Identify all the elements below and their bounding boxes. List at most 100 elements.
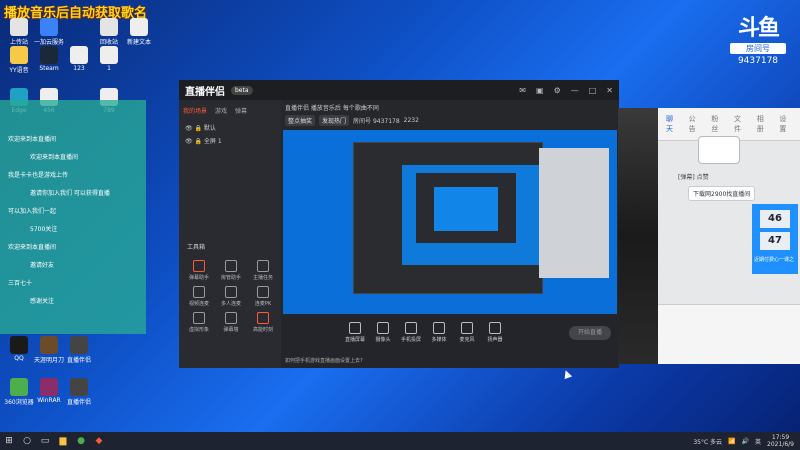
lottery-button[interactable]: 整点抽奖 [285, 115, 316, 126]
start-live-button[interactable]: 开始直播 [569, 326, 611, 340]
viewer-count: 2232 [403, 117, 419, 124]
task-view-icon[interactable]: ▭ [36, 432, 54, 450]
version-badge: beta [231, 85, 253, 95]
clock[interactable]: 17:59 2021/6/9 [767, 434, 794, 448]
live-app-icon[interactable]: ◆ [90, 432, 108, 450]
tool-button[interactable]: 多人连麦 [217, 286, 245, 307]
app-icon [40, 378, 58, 396]
danmu-line: [弹幕] 点赞 [678, 174, 709, 181]
tool-button[interactable]: 连麦PK [249, 286, 277, 307]
counter-value: 47 [760, 232, 790, 250]
main-area: 直播伴侣 播放音乐后 每个歌曲不同 整点抽奖 发现热门 房间号 9437178 … [281, 100, 619, 368]
tool-icon [433, 322, 445, 334]
side-tab[interactable]: 弹幕 [235, 106, 247, 115]
tool-button[interactable]: 主播任务 [249, 260, 277, 281]
tool-icon [257, 312, 269, 324]
bottom-tool-button[interactable]: 麦克风 [453, 322, 481, 343]
app-icon [40, 336, 58, 354]
scene-item[interactable]: 👁 🔒 全屏 1 [179, 134, 281, 147]
network-icon[interactable]: 📶 [728, 438, 735, 445]
volume-icon[interactable]: 🔊 [742, 438, 749, 445]
tool-icon [193, 260, 205, 272]
desktop-icon[interactable]: 360浏览器 [4, 378, 34, 406]
tool-button[interactable]: 虚拟形象 [185, 312, 213, 333]
toolbox-title: 工具箱 [187, 244, 206, 251]
tool-icon [489, 322, 501, 334]
desktop-icon[interactable]: Steam [34, 46, 64, 72]
danmu-tab[interactable]: 聊天 [666, 114, 679, 134]
desktop-icon-label: WinRAR [37, 397, 61, 404]
app-icon [130, 18, 148, 36]
chat-message: 欢迎来到本直播间 [8, 244, 57, 251]
app-icon[interactable]: ● [72, 432, 90, 450]
side-tab[interactable]: 我的场景 [183, 106, 207, 115]
tool-label: 多人连麦 [220, 301, 241, 307]
tool-label: 连麦PK [254, 301, 272, 307]
search-icon[interactable]: ○ [18, 432, 36, 450]
desktop-icon[interactable]: 123 [64, 46, 94, 72]
side-tabs: 我的场景 游戏 弹幕 [179, 100, 281, 121]
bottom-tool-label: 多媒体 [431, 337, 447, 343]
desktop-icon[interactable]: 新建文本 [124, 18, 154, 46]
bottom-tool-button[interactable]: 摄像头 [369, 322, 397, 343]
chat-message: 邀请你加入我们 可以获得直播 [30, 190, 110, 197]
desktop-icon[interactable]: 直播伴侣 [64, 336, 94, 364]
ime-indicator[interactable]: 英 [755, 437, 761, 446]
start-icon[interactable]: ⊞ [0, 432, 18, 450]
room-label: 房间号 [730, 43, 786, 54]
chat-message: 三百七十 [8, 280, 33, 287]
app-icon [70, 378, 88, 396]
tool-icon [349, 322, 361, 334]
app-logo: 直播伴侣 [185, 86, 225, 98]
tool-button[interactable]: 弹幕墙 [217, 312, 245, 333]
settings-icon[interactable]: ⚙ [554, 86, 561, 95]
app-icon [100, 18, 118, 36]
tool-button[interactable]: 房管助手 [217, 260, 245, 281]
danmu-tab[interactable]: 粉丝 [711, 114, 724, 134]
desktop-icon[interactable]: 1 [94, 46, 124, 72]
desktop-icon[interactable]: 天涯明月刀 [34, 336, 64, 364]
app-icon [10, 46, 28, 64]
close-icon[interactable]: ✕ [606, 86, 613, 95]
tool-button[interactable]: 弹幕助手 [185, 260, 213, 281]
live-companion-window: 直播伴侣 beta ✉ ▣ ⚙ — □ ✕ 我的场景 游戏 弹幕 👁 🔒 默认 👁 … [179, 80, 619, 368]
desktop-icon[interactable]: 回收站 [94, 18, 124, 46]
explorer-icon[interactable]: ▆ [54, 432, 72, 450]
scene-item[interactable]: 👁 🔒 默认 [179, 121, 281, 134]
danmu-tab[interactable]: 公告 [689, 114, 702, 134]
bottom-tool-button[interactable]: 手机投屏 [397, 322, 425, 343]
minimize-icon[interactable]: — [571, 86, 579, 95]
tool-button[interactable]: 高能时刻 [249, 312, 277, 333]
weather-status[interactable]: 35°C 多云 [693, 437, 722, 446]
desktop-icon[interactable]: 一加云服务器 [34, 18, 64, 46]
danmu-tab[interactable]: 相册 [757, 114, 770, 134]
douyu-mark: 斗鱼 [737, 16, 780, 41]
desktop-icon-label: 直播伴侣 [66, 399, 91, 406]
side-tab[interactable]: 游戏 [215, 106, 227, 115]
bottom-tool-button[interactable]: 扬声器 [481, 322, 509, 343]
danmu-tab[interactable]: 文件 [734, 114, 747, 134]
desktop-icon[interactable]: 上传站 [4, 18, 34, 46]
app-icon [10, 378, 28, 396]
danmu-input-area[interactable] [658, 304, 800, 364]
app-icon [10, 336, 28, 354]
message-icon[interactable]: ✉ [519, 86, 526, 95]
help-tip[interactable]: 如何把手机游戏直播画面设置上去? [285, 357, 363, 364]
tool-icon [257, 260, 269, 272]
bottom-toolbar: 直播屏幕 摄像头 手机投屏 多媒体 麦克风 扬声器 开始直播 如何把手机游戏直播画面设置上… [281, 314, 619, 368]
tool-button[interactable]: 视频连麦 [185, 286, 213, 307]
bottom-tool-label: 扬声器 [487, 337, 503, 343]
danmu-bubble: 下载网2900找直播间 [688, 186, 756, 201]
maximize-icon[interactable]: □ [589, 86, 597, 95]
desktop-icon[interactable]: 直播伴侣 [64, 378, 94, 406]
desktop-icon[interactable]: QQ [4, 336, 34, 362]
stream-preview[interactable] [283, 130, 617, 334]
danmu-tab[interactable]: 设置 [779, 114, 792, 134]
desktop-icon[interactable]: YY语音 [4, 46, 34, 74]
danmu-window: 聊天 公告 粉丝 文件 相册 设置 [弹幕] 点赞 下载网2900找直播间 46 47 近… [658, 108, 800, 364]
bottom-tool-button[interactable]: 直播屏幕 [341, 322, 369, 343]
desktop-icon[interactable]: WinRAR [34, 378, 64, 404]
hot-button[interactable]: 发现热门 [319, 115, 350, 126]
bottom-tool-button[interactable]: 多媒体 [425, 322, 453, 343]
gift-icon[interactable]: ▣ [536, 86, 544, 95]
